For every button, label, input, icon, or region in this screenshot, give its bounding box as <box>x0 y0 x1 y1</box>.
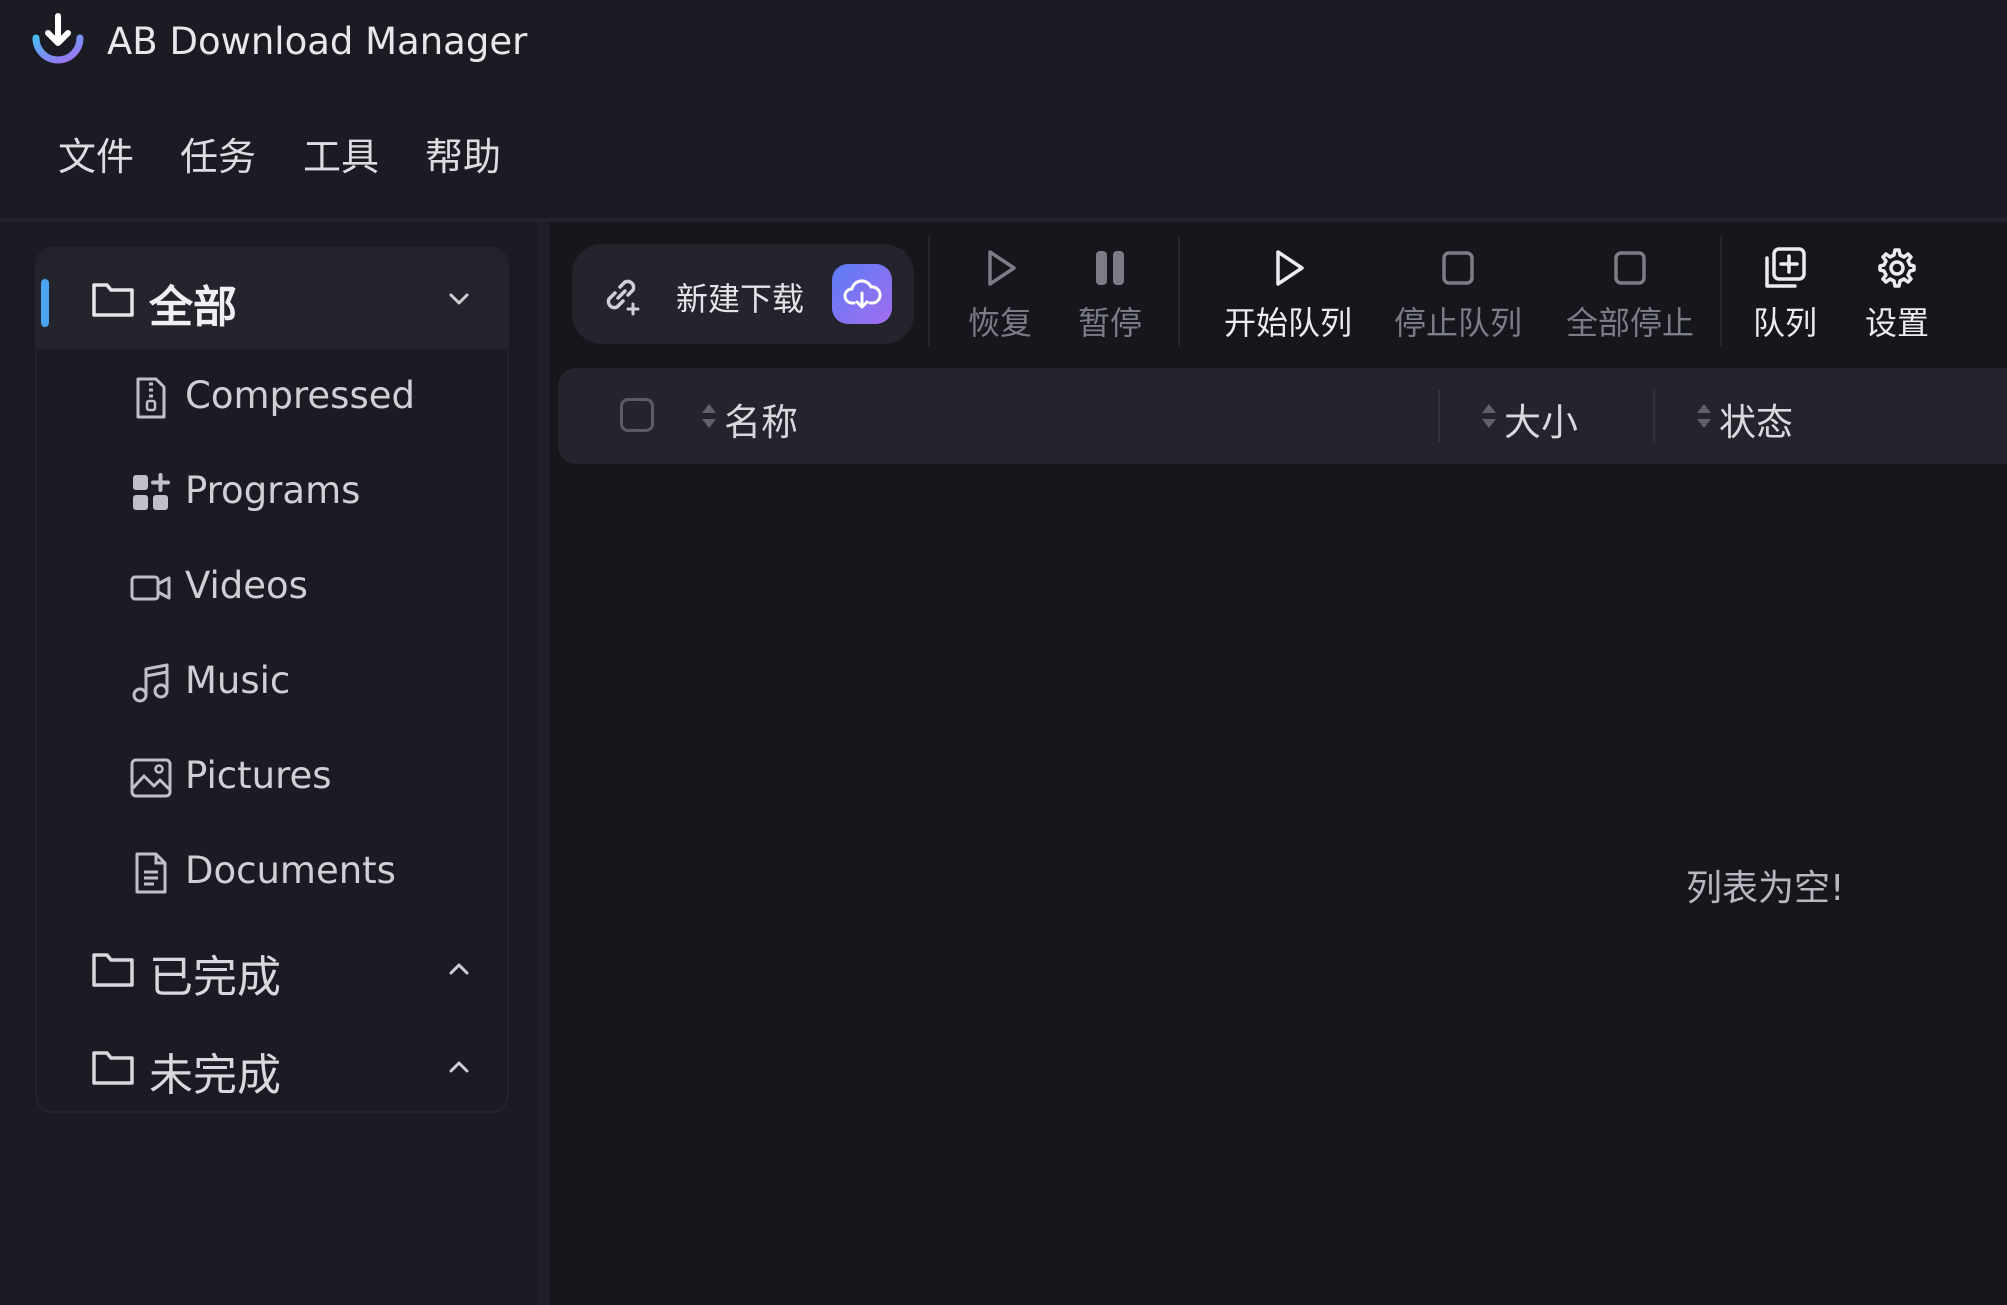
menu-help[interactable]: 帮助 <box>425 126 501 181</box>
stop-queue-label: 停止队列 <box>1393 304 1522 342</box>
sidebar-item-videos[interactable]: Videos <box>37 544 507 634</box>
new-download-button[interactable]: 新建下载 <box>572 244 914 344</box>
sidebar-item-label: Videos <box>185 564 308 607</box>
selection-indicator <box>41 279 49 327</box>
add-link-icon <box>606 279 640 316</box>
chevron-up-icon[interactable] <box>445 955 473 983</box>
sidebar-item-programs[interactable]: Programs <box>37 449 507 539</box>
settings-label: 设置 <box>1864 304 1929 342</box>
sidebar-item-label: Compressed <box>185 374 415 417</box>
stop-queue-button[interactable]: 停止队列 <box>1378 246 1538 346</box>
zip-file-icon <box>136 377 166 419</box>
category-finished[interactable]: 已完成 <box>37 919 507 1019</box>
play-icon <box>988 250 1016 286</box>
sidebar-item-compressed[interactable]: Compressed <box>37 354 507 444</box>
sidebar-item-music[interactable]: Music <box>37 639 507 729</box>
resume-button[interactable]: 恢复 <box>940 246 1060 346</box>
document-icon <box>135 852 167 894</box>
folder-icon <box>92 953 134 987</box>
toolbar-separator <box>928 236 930 346</box>
menu-file[interactable]: 文件 <box>58 126 134 181</box>
folder-icon <box>92 283 134 317</box>
sidebar-item-label: Music <box>185 659 291 702</box>
category-unfinished-label: 未完成 <box>149 1050 281 1101</box>
column-status[interactable]: 状态 <box>1719 392 1793 446</box>
toolbar-separator <box>1178 236 1180 346</box>
music-note-icon <box>132 663 169 703</box>
sidebar-item-documents[interactable]: Documents <box>37 829 507 919</box>
gear-icon <box>1878 248 1916 288</box>
sort-icon[interactable] <box>700 399 718 433</box>
category-unfinished[interactable]: 未完成 <box>37 1017 507 1117</box>
sidebar-resize-handle[interactable] <box>538 222 550 1305</box>
category-all[interactable]: 全部 <box>37 249 507 349</box>
category-all-label: 全部 <box>149 282 237 333</box>
chevron-up-icon[interactable] <box>445 1053 473 1081</box>
queue-button[interactable]: 队列 <box>1730 246 1840 346</box>
apps-icon <box>133 473 170 510</box>
menu-bar: 文件 任务 工具 帮助 <box>0 84 2007 218</box>
category-panel: 全部 Compressed Programs Videos Music Pict… <box>35 247 509 1113</box>
column-separator[interactable] <box>1653 390 1655 442</box>
stop-all-button[interactable]: 全部停止 <box>1550 246 1710 346</box>
column-size[interactable]: 大小 <box>1504 392 1578 446</box>
new-download-label: 新建下载 <box>676 280 805 318</box>
cloud-download-icon <box>843 279 882 309</box>
sort-icon[interactable] <box>1695 399 1713 433</box>
stop-icon <box>1442 251 1474 285</box>
resume-label: 恢复 <box>967 304 1032 342</box>
stop-icon <box>1614 251 1646 285</box>
empty-list-message: 列表为空! <box>1686 868 1845 909</box>
column-separator[interactable] <box>1438 390 1440 442</box>
table-header: 名称 大小 状态 <box>558 368 2007 464</box>
menu-tools[interactable]: 工具 <box>303 126 379 181</box>
image-icon <box>130 758 172 798</box>
cloud-download-button[interactable] <box>832 264 892 324</box>
toolbar: 新建下载 恢复 暂停 开始队列 停止队列 全部停止 队列 设置 <box>550 222 2007 362</box>
sidebar-item-label: Programs <box>185 469 361 512</box>
toolbar-separator <box>1720 236 1722 346</box>
sidebar: 全部 Compressed Programs Videos Music Pict… <box>0 222 538 1305</box>
play-icon <box>1276 250 1304 286</box>
queue-label: 队列 <box>1752 304 1817 342</box>
folder-icon <box>92 1051 134 1085</box>
sidebar-item-pictures[interactable]: Pictures <box>37 734 507 824</box>
app-title: AB Download Manager <box>107 20 528 63</box>
chevron-down-icon[interactable] <box>445 285 473 313</box>
settings-button[interactable]: 设置 <box>1842 246 1952 346</box>
start-queue-button[interactable]: 开始队列 <box>1208 246 1368 346</box>
pause-label: 暂停 <box>1077 304 1142 342</box>
pause-icon <box>1096 251 1124 285</box>
sidebar-item-label: Documents <box>185 849 396 892</box>
sort-icon[interactable] <box>1480 399 1498 433</box>
category-finished-label: 已完成 <box>149 952 281 1003</box>
column-name[interactable]: 名称 <box>724 392 798 446</box>
title-bar: AB Download Manager <box>0 0 2007 84</box>
menu-tasks[interactable]: 任务 <box>180 126 256 181</box>
pause-button[interactable]: 暂停 <box>1050 246 1170 346</box>
start-queue-label: 开始队列 <box>1223 304 1352 342</box>
add-queue-icon <box>1765 247 1806 288</box>
download-logo-icon <box>32 13 84 64</box>
select-all-checkbox[interactable] <box>620 398 654 432</box>
sidebar-item-label: Pictures <box>185 754 332 797</box>
download-list: 名称 大小 状态 列表为空! <box>550 362 2007 1305</box>
stop-all-label: 全部停止 <box>1565 304 1694 342</box>
video-camera-icon <box>130 575 171 601</box>
